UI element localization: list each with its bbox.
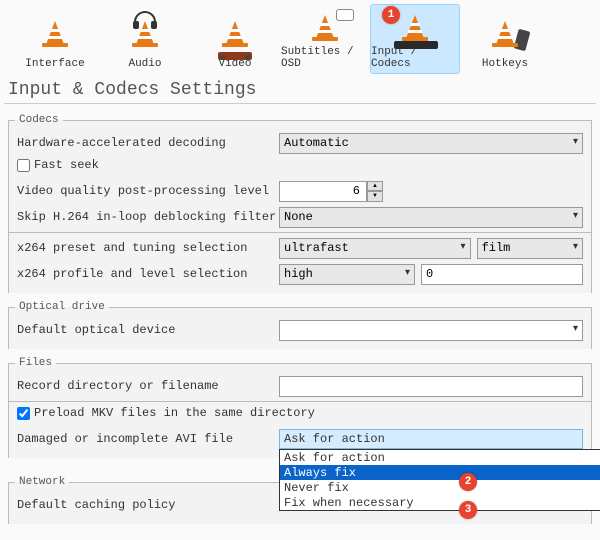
tab-subtitles[interactable]: Subtitles / OSD: [280, 4, 370, 74]
group-codecs: Codecs Hardware-accelerated decoding Aut…: [8, 114, 592, 293]
annotation-badge-3: 3: [459, 501, 477, 519]
group-files: Files Record directory or filename Prelo…: [8, 357, 592, 458]
x264-tune-select[interactable]: film: [477, 238, 583, 259]
settings-tabs: Interface Audio Video Subtitles / OSD In…: [0, 0, 600, 74]
avi-option[interactable]: Always fix: [280, 465, 600, 480]
cone-icon: [222, 17, 248, 47]
tab-video[interactable]: Video: [190, 4, 280, 74]
avi-select-open[interactable]: Ask for action Ask for action Always fix…: [279, 429, 583, 449]
headphones-icon: [134, 11, 156, 25]
cone-icon: [312, 11, 338, 41]
post-proc-label: Video quality post-processing level: [17, 184, 279, 198]
group-legend: Network: [15, 476, 69, 488]
caching-policy-label: Default caching policy: [17, 498, 279, 512]
preload-mkv-checkbox[interactable]: [17, 407, 30, 420]
annotation-badge-1: 1: [382, 6, 400, 24]
avi-dropdown-list: Ask for action Always fix Never fix Fix …: [279, 449, 600, 511]
preload-mkv-label: Preload MKV files in the same directory: [34, 406, 315, 420]
tab-label: Audio: [128, 58, 161, 70]
tab-hotkeys[interactable]: Hotkeys: [460, 4, 550, 74]
cone-icon: [492, 17, 518, 47]
record-dir-label: Record directory or filename: [17, 379, 279, 393]
hw-decoding-label: Hardware-accelerated decoding: [17, 136, 279, 150]
remote-icon: [514, 29, 531, 51]
group-legend: Files: [15, 357, 56, 369]
fast-seek-checkbox[interactable]: [17, 159, 30, 172]
clapperboard-icon: [218, 52, 252, 60]
tab-label: Interface: [25, 58, 84, 70]
optical-device-label: Default optical device: [17, 323, 279, 337]
x264-level-input[interactable]: [421, 264, 583, 285]
record-dir-input[interactable]: [279, 376, 583, 397]
x264-preset-select[interactable]: ultrafast: [279, 238, 471, 259]
skip-h264-label: Skip H.264 in-loop deblocking filter: [17, 210, 279, 224]
cone-icon: [132, 17, 158, 47]
tab-label: Hotkeys: [482, 58, 528, 70]
group-legend: Optical drive: [15, 301, 109, 313]
x264-profile-label: x264 profile and level selection: [17, 267, 279, 281]
filmstrip-icon: [394, 41, 438, 49]
hw-decoding-select[interactable]: Automatic: [279, 133, 583, 154]
cone-icon: [42, 17, 68, 47]
optical-device-select[interactable]: [279, 320, 583, 341]
spin-down-button[interactable]: ▼: [367, 191, 383, 202]
tab-interface[interactable]: Interface: [10, 4, 100, 74]
group-legend: Codecs: [15, 114, 63, 126]
speech-bubble-icon: [336, 9, 354, 21]
cone-icon: [402, 11, 428, 41]
avi-option[interactable]: Ask for action: [280, 450, 600, 465]
avi-label: Damaged or incomplete AVI file: [17, 432, 279, 446]
avi-selected-value: Ask for action: [279, 429, 583, 449]
tab-audio[interactable]: Audio: [100, 4, 190, 74]
skip-h264-select[interactable]: None: [279, 207, 583, 228]
page-title: Input & Codecs Settings: [4, 74, 596, 104]
annotation-badge-2: 2: [459, 473, 477, 491]
tab-label: Subtitles / OSD: [281, 46, 369, 70]
spin-up-button[interactable]: ▲: [367, 181, 383, 192]
post-proc-input[interactable]: [279, 181, 367, 202]
tab-label: Input / Codecs: [371, 46, 459, 70]
x264-preset-label: x264 preset and tuning selection: [17, 241, 279, 255]
group-optical: Optical drive Default optical device: [8, 301, 592, 349]
avi-option[interactable]: Fix when necessary: [280, 495, 600, 510]
avi-option[interactable]: Never fix: [280, 480, 600, 495]
x264-profile-select[interactable]: high: [279, 264, 415, 285]
fast-seek-label: Fast seek: [34, 158, 99, 172]
